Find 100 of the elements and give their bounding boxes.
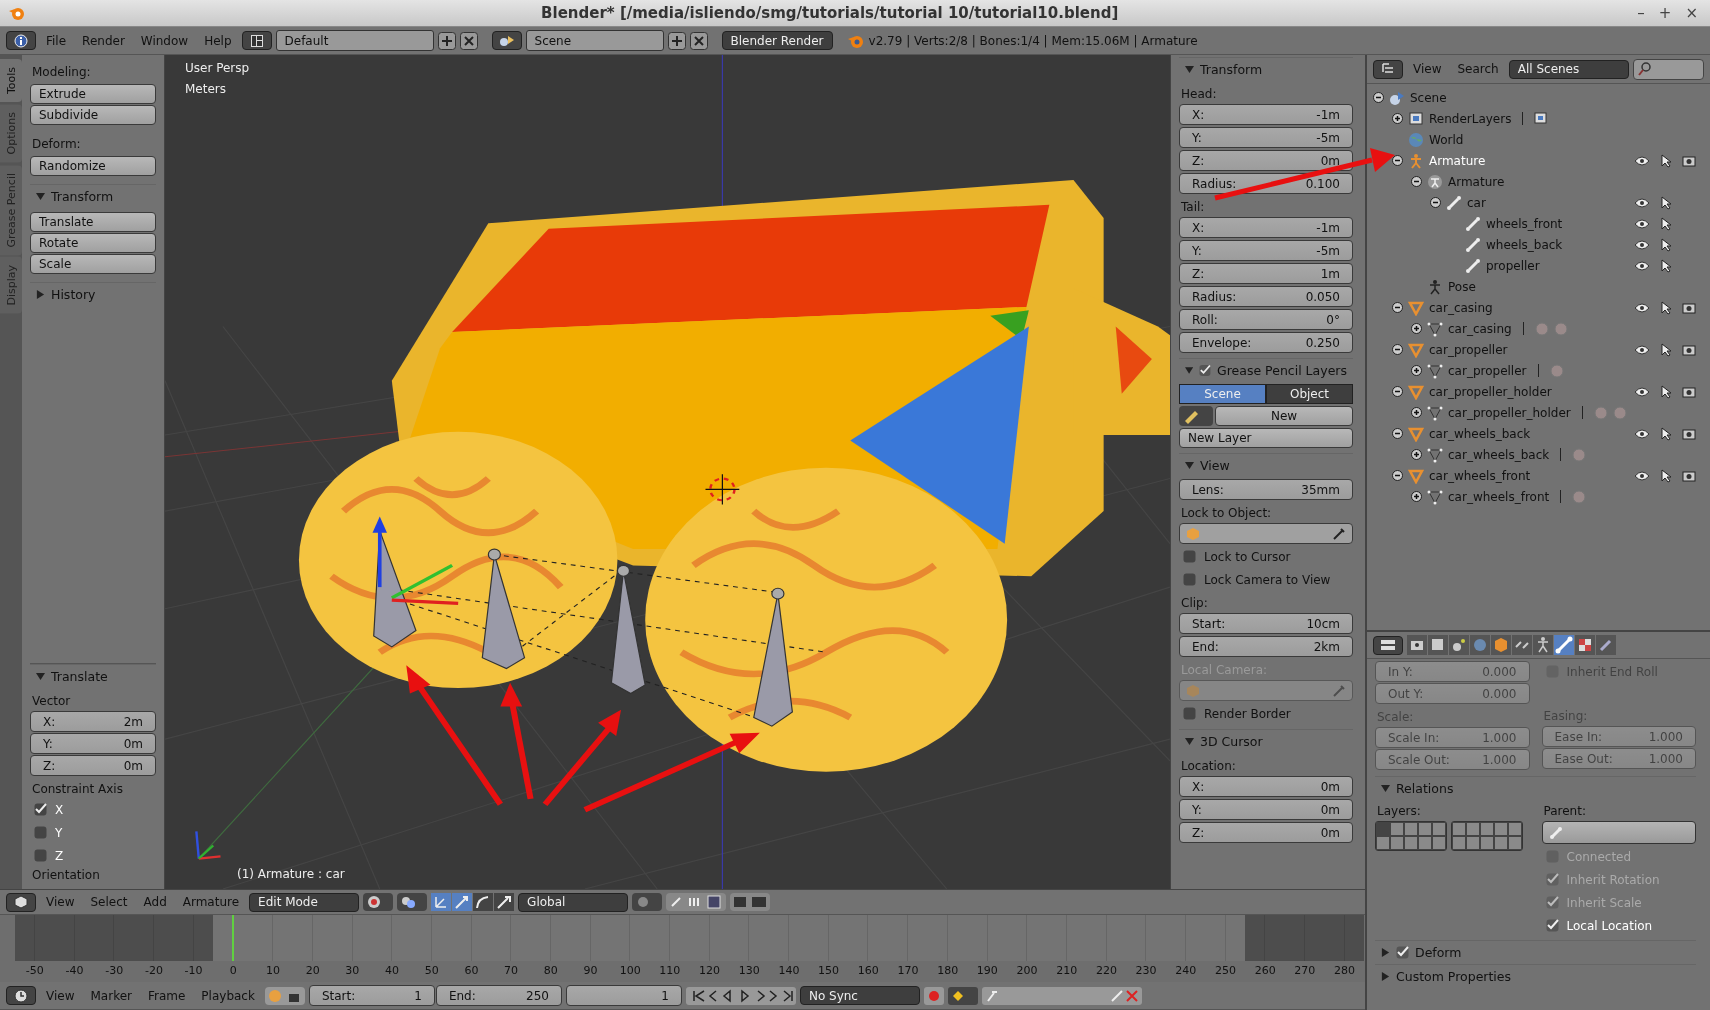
menu-item[interactable]: Search [1451,62,1505,76]
eye-icon[interactable] [1634,469,1650,482]
manipulator-icon[interactable] [494,893,515,911]
render-engine-dropdown[interactable]: Blender Render [721,31,833,50]
tool-button[interactable]: Subdivide [30,105,156,125]
expand-toggle-icon[interactable] [1430,197,1441,208]
number-field[interactable]: Z: 0m [1179,150,1353,171]
layer-toggle[interactable] [1418,822,1432,836]
number-field[interactable]: Roll: 0° [1179,309,1353,330]
axis-checkbox[interactable]: Y [30,822,156,843]
panel-header[interactable]: 3D Cursor [1179,729,1353,753]
close-icon[interactable] [459,31,478,50]
layer-toggle[interactable] [1466,836,1480,850]
render-layers-tab-icon[interactable] [1428,635,1448,655]
outliner-item[interactable]: World [1429,132,1464,147]
expand-toggle-icon[interactable] [1411,491,1422,502]
new-layer-button[interactable]: New Layer [1179,428,1353,448]
editor-type-button[interactable] [1373,59,1403,79]
panel-header[interactable]: Transform [1179,57,1353,81]
orientation-dropdown[interactable]: Global [518,892,629,912]
editor-type-button[interactable] [1373,635,1403,655]
outliner-item[interactable]: car_propeller [1448,363,1527,378]
add-icon[interactable] [667,31,686,50]
number-field[interactable]: X: 2m [30,711,156,732]
outliner-item[interactable]: wheels_back [1486,237,1563,252]
eye-icon[interactable] [1634,154,1650,167]
tool-button[interactable]: Extrude [30,84,156,104]
playback-controls-icon[interactable] [685,986,796,1005]
expand-toggle-icon[interactable] [1411,176,1422,187]
cursor-arrow-icon[interactable] [1660,300,1672,315]
number-field[interactable]: Y: 0m [30,733,156,754]
layer-toggle[interactable] [1452,836,1466,850]
cursor-arrow-icon[interactable] [1660,153,1672,168]
layer-toggle[interactable] [1390,836,1404,850]
layers-dropdown-icon[interactable] [632,893,663,911]
constraints-tab-icon[interactable] [1512,635,1532,655]
outliner-item[interactable]: car_wheels_back [1448,447,1550,462]
render-layers-icon[interactable] [1534,111,1549,126]
toggle-tab[interactable]: Object [1266,384,1353,404]
layer-toggle[interactable] [1508,822,1522,836]
display-mode-dropdown[interactable]: All Scenes [1508,59,1629,79]
mode-dropdown[interactable]: Edit Mode [249,892,360,912]
menu-item[interactable]: File [40,33,73,48]
expand-toggle-icon[interactable] [1392,155,1403,166]
new-button[interactable]: New [1215,406,1353,426]
expand-toggle-icon[interactable] [1392,302,1403,313]
number-field[interactable]: Z: 0m [1179,822,1353,843]
layer-toggle[interactable] [1432,822,1446,836]
scene-tab-icon[interactable] [1449,635,1469,655]
panel-header[interactable]: Transform [30,184,156,208]
expand-toggle-icon[interactable] [1392,386,1403,397]
eye-icon[interactable] [1634,238,1650,251]
toggle-tab[interactable]: Scene [1179,384,1266,404]
layer-toggle[interactable] [1418,836,1432,850]
layer-toggle[interactable] [1480,822,1494,836]
expand-toggle-icon[interactable] [1392,344,1403,355]
expand-toggle-icon[interactable] [1411,407,1422,418]
shading-dropdown-icon[interactable] [363,893,394,911]
layout-button[interactable] [241,31,272,50]
menu-item[interactable]: Select [84,895,134,909]
outliner-item[interactable]: car_casing [1429,300,1493,315]
editor-type-button[interactable] [6,31,36,50]
camera-icon[interactable] [1682,385,1696,398]
outliner-item[interactable]: car_wheels_front [1448,489,1550,504]
eye-icon[interactable] [1634,301,1650,314]
render-buttons-icon[interactable] [730,893,771,911]
checkbox[interactable] [1199,364,1212,377]
eye-icon[interactable] [1634,217,1650,230]
menu-item[interactable]: View [1407,62,1448,76]
number-field[interactable]: Y: -5m [1179,240,1353,261]
number-field[interactable]: End: 2km [1179,636,1353,657]
axis-checkbox[interactable]: Z [30,845,156,866]
eye-icon[interactable] [1634,427,1650,440]
add-icon[interactable] [437,31,456,50]
axis-checkbox[interactable]: X [30,799,156,820]
number-field[interactable]: Radius: 0.050 [1179,286,1353,307]
camera-icon[interactable] [1682,154,1696,167]
window-control[interactable]: + [1654,4,1676,22]
panel-header[interactable]: Deform [1375,940,1696,964]
menu-item[interactable]: Help [198,33,238,48]
layer-toggle[interactable] [1376,836,1390,850]
start-frame-field[interactable]: Start: 1 [308,985,435,1006]
outliner-item[interactable]: car_propeller_holder [1448,405,1571,420]
scene-field[interactable]: Scene [525,30,664,51]
outliner-item[interactable]: car_wheels_front [1429,468,1531,483]
panel-header[interactable]: Relations [1375,776,1696,800]
layer-toggle[interactable] [1466,822,1480,836]
outliner-item[interactable]: car_wheels_back [1429,426,1531,441]
window-control[interactable]: – [1633,4,1649,22]
tool-button[interactable]: Rotate [30,233,156,253]
layer-toggle[interactable] [1508,836,1522,850]
menu-item[interactable]: View [40,895,81,909]
tool-shelf-tab[interactable]: Tools [0,59,22,103]
number-field[interactable]: Z: 1m [1179,263,1353,284]
layer-toggle[interactable] [1452,822,1466,836]
eye-icon[interactable] [1634,259,1650,272]
layout-field[interactable]: Default [275,30,434,51]
number-field[interactable]: X: -1m [1179,217,1353,238]
layer-toggle[interactable] [1404,822,1418,836]
expand-toggle-icon[interactable] [1373,92,1384,103]
